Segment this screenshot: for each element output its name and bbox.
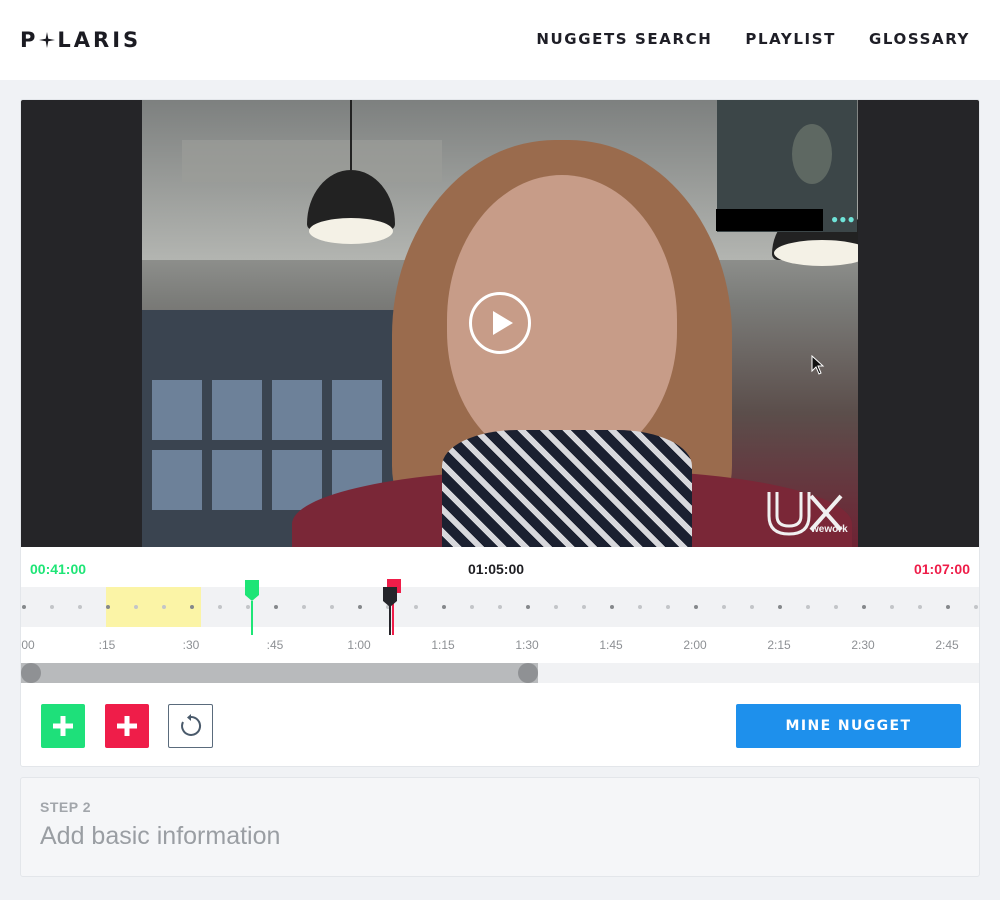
timeline-dot xyxy=(974,605,978,609)
step2-card[interactable]: STEP 2 Add basic information xyxy=(20,777,980,877)
timeline-dot xyxy=(946,605,950,609)
nav-nuggets-search[interactable]: NUGGETS SEARCH xyxy=(536,30,712,48)
timeline-dot xyxy=(442,605,446,609)
mouse-cursor-icon xyxy=(811,355,825,375)
video-beam xyxy=(182,140,442,182)
timeline-dot xyxy=(722,605,726,609)
timeline-tick: 2:30 xyxy=(851,638,875,652)
refresh-icon xyxy=(180,714,201,736)
person-scarf xyxy=(442,430,692,547)
pip-redaction xyxy=(716,209,823,231)
mine-nugget-button[interactable]: MINE NUGGET xyxy=(736,704,961,748)
add-start-button[interactable] xyxy=(41,704,85,748)
timeline-dot xyxy=(778,605,782,609)
timeline-dot xyxy=(302,605,306,609)
timeline-dot xyxy=(22,605,26,609)
polaris-logo[interactable]: P LARIS xyxy=(20,27,141,53)
plus-icon xyxy=(117,716,137,736)
timeline-tick: 1:00 xyxy=(347,638,371,652)
timeline-tick: 2:00 xyxy=(683,638,707,652)
timeline-dot xyxy=(134,605,138,609)
step-label: STEP 2 xyxy=(40,799,91,815)
timeline-dot xyxy=(638,605,642,609)
audio-indicator-icon: ●●● xyxy=(831,212,856,226)
timeline-dot xyxy=(554,605,558,609)
start-time: 00:41:00 xyxy=(30,561,87,577)
watermark-text: wework xyxy=(811,524,848,535)
play-icon xyxy=(493,311,513,335)
scroll-handle-left[interactable] xyxy=(21,663,41,683)
timeline-tick: 1:45 xyxy=(599,638,623,652)
timeline-tick: 1:15 xyxy=(431,638,455,652)
logo-text-rest: LARIS xyxy=(57,28,142,52)
plus-icon xyxy=(53,716,73,736)
logo-text-p: P xyxy=(20,28,39,52)
timeline-dot xyxy=(274,605,278,609)
scroll-window[interactable] xyxy=(21,663,538,683)
timeline-dot xyxy=(50,605,54,609)
nugget-editor-card: ●●● wework 00:41:00 01:05:00 01:07:00 00… xyxy=(20,99,980,767)
scroll-handle-right[interactable] xyxy=(518,663,538,683)
timeline-tick: 2:15 xyxy=(767,638,791,652)
step-title: Add basic information xyxy=(40,822,281,850)
timeline-dot xyxy=(358,605,362,609)
timeline-dot xyxy=(918,605,922,609)
add-end-button[interactable] xyxy=(105,704,149,748)
current-time: 01:05:00 xyxy=(468,561,525,577)
timeline-tick: 2:45 xyxy=(935,638,959,652)
timeline-dot xyxy=(834,605,838,609)
nav-glossary[interactable]: GLOSSARY xyxy=(869,30,970,48)
video-player[interactable]: ●●● wework xyxy=(21,100,979,547)
star-icon xyxy=(39,32,56,48)
timeline-dot xyxy=(162,605,166,609)
timeline-dot xyxy=(666,605,670,609)
selected-range xyxy=(106,587,201,627)
time-labels: 00:41:00 01:05:00 01:07:00 xyxy=(21,547,979,587)
timeline-dot xyxy=(750,605,754,609)
timeline-dot xyxy=(526,605,530,609)
timeline-track[interactable] xyxy=(21,579,979,635)
play-button[interactable] xyxy=(469,292,531,354)
timeline-dot xyxy=(610,605,614,609)
top-header: P LARIS NUGGETS SEARCH PLAYLIST GLOSSARY xyxy=(0,0,1000,80)
timeline-dot xyxy=(218,605,222,609)
timeline-dot xyxy=(498,605,502,609)
timeline-dot xyxy=(806,605,810,609)
timeline-dot xyxy=(582,605,586,609)
nav-playlist[interactable]: PLAYLIST xyxy=(745,30,836,48)
timeline-dot xyxy=(470,605,474,609)
timeline-dot xyxy=(890,605,894,609)
timeline-dot xyxy=(414,605,418,609)
timeline-tick: 1:30 xyxy=(515,638,539,652)
timeline-dot xyxy=(330,605,334,609)
main-nav: NUGGETS SEARCH PLAYLIST GLOSSARY xyxy=(536,30,970,48)
timeline-tick: :30 xyxy=(182,638,200,652)
end-time: 01:07:00 xyxy=(913,561,970,577)
timeline-dot xyxy=(862,605,866,609)
timeline-dot xyxy=(246,605,250,609)
reset-button[interactable] xyxy=(168,704,213,748)
timeline-dot xyxy=(694,605,698,609)
timeline-dot xyxy=(190,605,194,609)
timeline-tick: :15 xyxy=(98,638,116,652)
timeline-scrollbar[interactable] xyxy=(21,663,979,683)
timeline-tick: :00 xyxy=(21,638,35,652)
timeline-ticks: :00 :15 :30 :45 1:00 1:15 1:30 1:45 2:00 2:15 2:30… xyxy=(21,627,979,663)
timeline-tick: :45 xyxy=(266,638,284,652)
timeline-dot xyxy=(106,605,110,609)
timeline-dot xyxy=(78,605,82,609)
